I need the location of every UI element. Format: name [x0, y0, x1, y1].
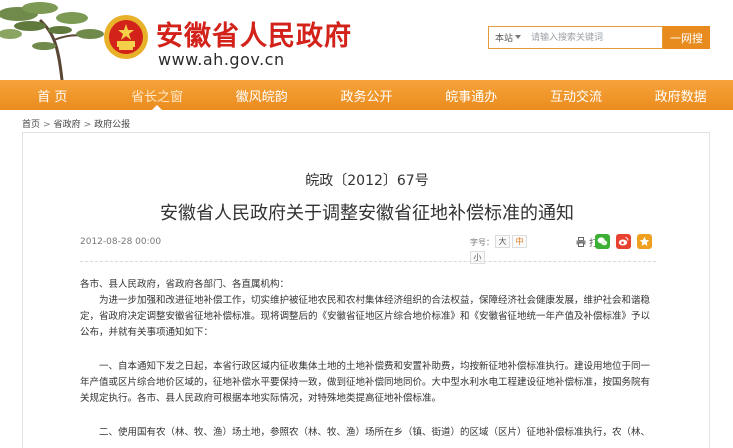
search-scope-select[interactable]: 本站 — [495, 31, 513, 44]
printer-icon[interactable] — [576, 237, 586, 247]
paragraph-item-2: 二、使用国有农（林、牧、渔）场土地，参照农（林、牧、渔）场所在乡（镇、街道）的区… — [99, 427, 651, 438]
breadcrumb-home[interactable]: 首页 — [22, 120, 40, 130]
weibo-icon — [618, 237, 629, 246]
nav-item-gov-data[interactable]: 政府数据 — [628, 80, 733, 110]
site-url[interactable]: www.ah.gov.cn — [158, 50, 285, 69]
breadcrumb-separator: > — [83, 120, 92, 130]
salutation: 各市、县人民政府，省政府各部门、各直属机构： — [80, 279, 290, 290]
wechat-share-button[interactable] — [595, 234, 610, 249]
main-nav: 首 页 省长之窗 徽风皖韵 政务公开 皖事通办 互动交流 政府数据 — [0, 80, 733, 110]
font-size-large-button[interactable]: 大 — [495, 235, 510, 248]
document-number: 皖政〔2012〕67号 — [305, 173, 429, 189]
font-size-label: 字号： — [470, 238, 494, 247]
article-panel: 皖政〔2012〕67号 安徽省人民政府关于调整安徽省征地补偿标准的通知 2012… — [22, 132, 710, 448]
nav-item-services[interactable]: 皖事通办 — [419, 80, 524, 110]
site-header: 安徽省人民政府 www.ah.gov.cn 本站 一网搜 — [0, 0, 733, 80]
national-emblem-icon — [104, 15, 148, 59]
breadcrumb-gazette[interactable]: 政府公报 — [94, 120, 130, 130]
site-title[interactable]: 安徽省人民政府 — [156, 14, 352, 53]
breadcrumb-separator: > — [43, 120, 51, 130]
breadcrumb-province-gov[interactable]: 省政府 — [54, 120, 81, 130]
article-body: 各市、县人民政府，省政府各部门、各直属机构： 为进一步加强和改进征地补偿工作，切… — [80, 277, 656, 441]
pine-tree-banner — [0, 2, 104, 80]
weibo-share-button[interactable] — [616, 234, 631, 249]
publish-date: 2012-08-28 00:00 — [80, 237, 162, 247]
nav-item-interaction[interactable]: 互动交流 — [524, 80, 629, 110]
chevron-down-icon[interactable] — [515, 35, 521, 39]
breadcrumb: 首页 > 省政府 > 政府公报 — [22, 117, 130, 130]
qzone-share-button[interactable] — [637, 234, 652, 249]
nav-item-gov-affairs[interactable]: 政务公开 — [314, 80, 419, 110]
paragraph-intro: 为进一步加强和改进征地补偿工作，切实维护被征地农民和农村集体经济组织的合法权益，… — [80, 295, 651, 338]
qzone-icon — [639, 236, 650, 246]
font-size-small-button[interactable]: 小 — [470, 251, 485, 264]
article-title: 安徽省人民政府关于调整安徽省征地补偿标准的通知 — [160, 203, 574, 224]
search-box: 本站 — [488, 26, 663, 49]
nav-item-governor-window[interactable]: 省长之窗 — [105, 80, 210, 110]
divider — [80, 261, 656, 262]
search-button[interactable]: 一网搜 — [663, 26, 710, 49]
font-size-medium-button[interactable]: 中 — [512, 235, 527, 248]
search-input[interactable] — [531, 29, 659, 46]
paragraph-item-1: 一、自本通知下发之日起，本省行政区域内征收集体土地的土地补偿费和安置补助费，均按… — [80, 361, 651, 404]
nav-item-home[interactable]: 首 页 — [0, 80, 105, 110]
wechat-icon — [597, 237, 608, 246]
nav-item-culture[interactable]: 徽风皖韵 — [209, 80, 314, 110]
